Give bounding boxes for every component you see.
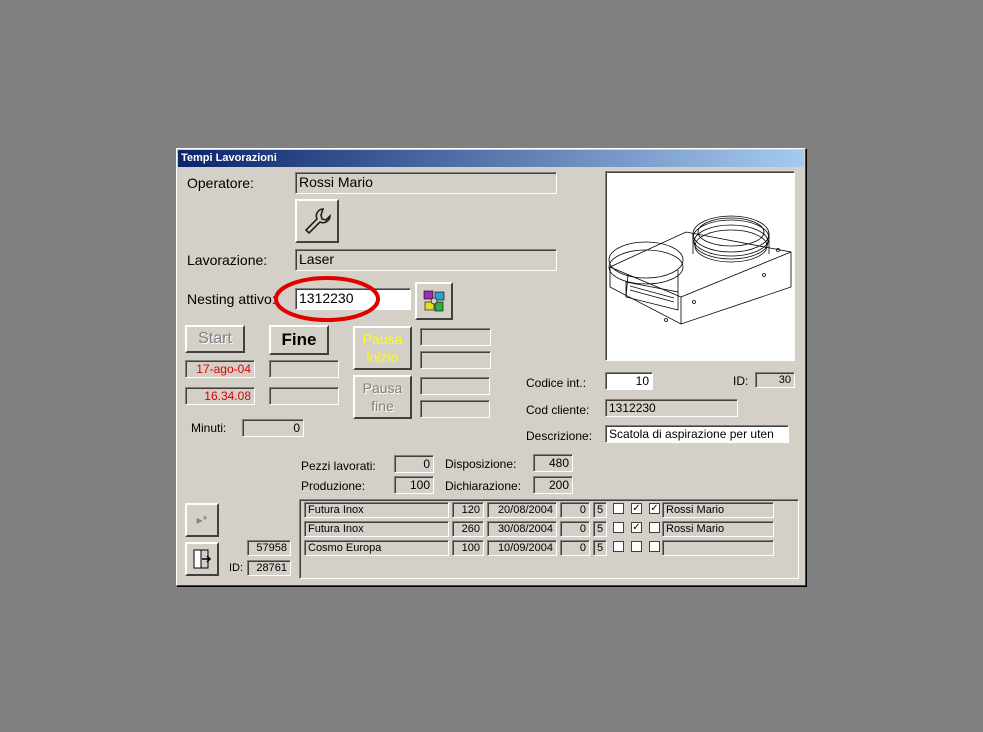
pezzi-lavorati-label: Pezzi lavorati: [301,459,376,473]
id-field[interactable]: 30 [755,372,795,388]
table-row[interactable]: Futura Inox 120 20/08/2004 0 5 ✓ ✓ Rossi Mario [300,501,798,519]
wrench-icon [304,208,331,235]
cell-v1[interactable]: 0 [560,502,590,518]
cell-data[interactable]: 10/09/2004 [487,540,557,556]
end-time-field[interactable] [269,387,339,405]
new-record-icon: ▸* [196,513,208,527]
exit-button[interactable] [185,542,219,576]
dichiarazione-field[interactable]: 200 [533,476,573,494]
checkbox-c2[interactable] [631,541,642,552]
window-title: Tempi Lavorazioni [178,150,804,167]
produzione-label: Produzione: [301,479,366,493]
dichiarazione-label: Dichiarazione: [445,479,522,493]
produzione-field[interactable]: 100 [394,476,434,494]
pezzi-lavorati-field[interactable]: 0 [394,455,434,473]
highlight-circle [274,276,380,322]
codice-int-label: Codice int.: [526,376,587,390]
minuti-field[interactable]: 0 [242,419,304,437]
cell-v2[interactable]: 5 [593,540,607,556]
start-button[interactable]: Start [185,325,245,353]
wrench-button[interactable] [295,199,339,243]
part-drawing-frame [605,171,795,361]
cell-cliente[interactable]: Cosmo Europa [304,540,449,556]
checkbox-c2[interactable]: ✓ [631,503,642,514]
checkbox-c1[interactable] [613,503,624,514]
nesting-icon [423,290,445,312]
part-drawing [608,215,792,325]
cell-qta[interactable]: 120 [452,502,484,518]
lavorazione-field[interactable]: Laser [295,249,557,271]
descrizione-field[interactable]: Scatola di aspirazione per uten [605,425,789,443]
minuti-label: Minuti: [191,421,227,435]
exit-door-icon [193,549,212,569]
disposizione-label: Disposizione: [445,457,517,471]
checkbox-c3[interactable] [649,522,660,533]
checkbox-c1[interactable] [613,541,624,552]
table-row[interactable]: Futura Inox 260 30/08/2004 0 5 ✓ Rossi Mario [300,520,798,538]
record-number-field[interactable]: 57958 [247,540,291,556]
checkbox-c1[interactable] [613,522,624,533]
pausa-inizio-field-2[interactable] [420,351,491,369]
pausa-inizio-button[interactable]: Pausa inizio [353,326,412,370]
cell-operatore[interactable]: Rossi Mario [662,502,774,518]
start-time-field[interactable]: 16.34.08 [185,387,255,405]
tempi-lavorazioni-window: Tempi Lavorazioni Operatore: Rossi Mario… [176,148,806,586]
nesting-button[interactable] [415,282,453,320]
footer-id-field[interactable]: 28761 [247,560,291,576]
cell-v1[interactable]: 0 [560,540,590,556]
table-row[interactable]: Cosmo Europa 100 10/09/2004 0 5 [300,539,798,557]
checkbox-c2[interactable]: ✓ [631,522,642,533]
lavorazione-label: Lavorazione: [187,252,268,268]
cell-data[interactable]: 20/08/2004 [487,502,557,518]
footer-id-label: ID: [229,562,244,574]
pausa-fine-field-2[interactable] [420,400,490,418]
cell-qta[interactable]: 260 [452,521,484,537]
end-date-field[interactable] [269,360,339,378]
disposizione-field[interactable]: 480 [533,454,573,472]
operatore-label: Operatore: [187,175,254,191]
cell-operatore[interactable]: Rossi Mario [662,521,774,537]
cell-operatore[interactable] [662,540,774,556]
id-label: ID: [733,374,749,388]
cod-cliente-label: Cod cliente: [526,403,590,417]
cell-v1[interactable]: 0 [560,521,590,537]
pausa-fine-field-1[interactable] [420,377,490,395]
codice-int-field[interactable]: 10 [605,372,653,390]
checkbox-c3[interactable]: ✓ [649,503,660,514]
cell-v2[interactable]: 5 [593,521,607,537]
cell-v2[interactable]: 5 [593,502,607,518]
checkbox-c3[interactable] [649,541,660,552]
pausa-fine-button[interactable]: Pausa fine [353,375,412,419]
orders-subform: Futura Inox 120 20/08/2004 0 5 ✓ ✓ Rossi Mario F… [299,499,799,579]
cell-cliente[interactable]: Futura Inox [304,521,449,537]
cod-cliente-field[interactable]: 1312230 [605,399,738,417]
operatore-field[interactable]: Rossi Mario [295,172,557,194]
descrizione-label: Descrizione: [526,429,593,443]
fine-button[interactable]: Fine [269,325,329,355]
pausa-inizio-field-1[interactable] [420,328,491,346]
nesting-label: Nesting attivo: [187,291,276,307]
start-date-field[interactable]: 17-ago-04 [185,360,255,378]
cell-cliente[interactable]: Futura Inox [304,502,449,518]
cell-data[interactable]: 30/08/2004 [487,521,557,537]
cell-qta[interactable]: 100 [452,540,484,556]
new-record-button[interactable]: ▸* [185,503,219,537]
